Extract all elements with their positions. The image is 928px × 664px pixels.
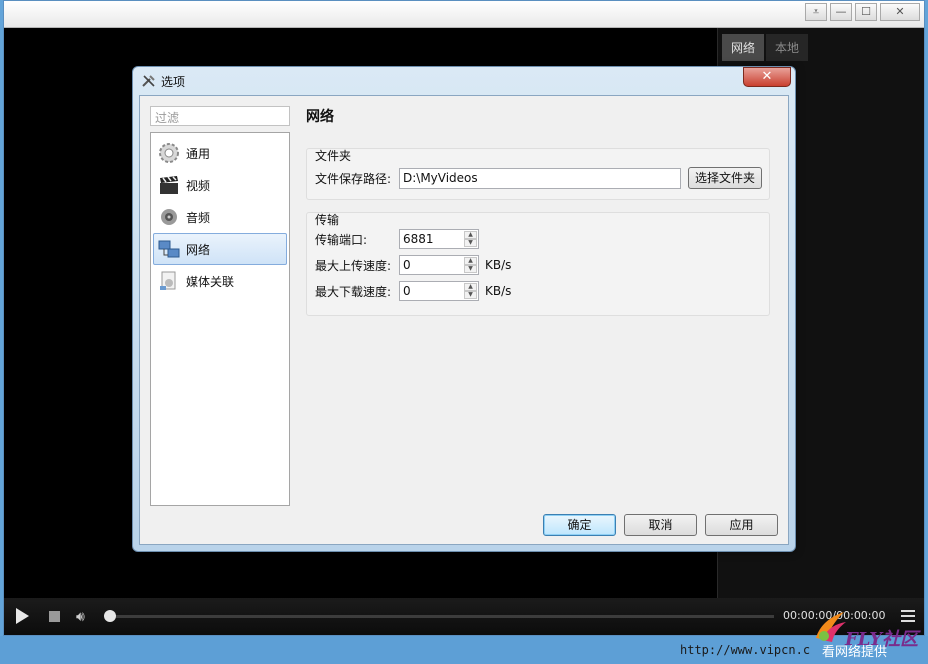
tools-icon [142, 75, 155, 87]
nav-label: 媒体关联 [186, 274, 235, 289]
window-controls: ⩡ — ☐ ✕ [805, 3, 920, 21]
playlist-tabs: 网络 本地 [718, 28, 924, 61]
save-path-row: 文件保存路径: D:\MyVideos 选择文件夹 [315, 167, 762, 189]
clapperboard-icon [160, 176, 178, 194]
minimize-icon[interactable]: — [830, 3, 852, 21]
transfer-group-title: 传输 [315, 213, 340, 227]
port-row: 传输端口: 6881 ▲ ▼ [315, 229, 479, 249]
page-title: 网络 [306, 109, 334, 125]
close-icon[interactable]: ✕ [880, 3, 920, 21]
options-nav: 通用 视频 音频 网络 媒体关联 [150, 132, 290, 506]
download-speed-stepper[interactable]: 0 ▲ ▼ [399, 281, 479, 301]
upload-row: 最大上传速度: 0 ▲ ▼ KB/s [315, 255, 511, 275]
save-path-label: 文件保存路径: [315, 171, 392, 186]
options-dialog: 选项 ✕ 过滤 通用 视频 音频 网络 媒体关联 网络 文件夹 文件保存路径: … [132, 66, 796, 552]
upload-label: 最大上传速度: [315, 258, 392, 273]
network-icon [158, 240, 180, 258]
spin-up-icon[interactable]: ▲ [464, 257, 477, 265]
spin-buttons: ▲ ▼ [464, 283, 477, 299]
spin-down-icon[interactable]: ▼ [464, 291, 477, 299]
spin-buttons: ▲ ▼ [464, 231, 477, 247]
menu-dropdown-icon[interactable]: ⩡ [805, 3, 827, 21]
tab-network[interactable]: 网络 [722, 34, 765, 61]
playlist-toggle-icon[interactable] [901, 610, 915, 622]
port-stepper[interactable]: 6881 ▲ ▼ [399, 229, 479, 249]
speaker-icon [161, 209, 177, 225]
volume-icon[interactable]: 🔊︎ [76, 609, 85, 625]
choose-folder-button[interactable]: 选择文件夹 [688, 167, 762, 189]
nav-label: 网络 [186, 242, 211, 257]
watermark-url: http://www.vipcn.c [680, 643, 811, 657]
maximize-icon[interactable]: ☐ [855, 3, 877, 21]
nav-item-audio[interactable]: 音频 [153, 201, 287, 233]
download-label: 最大下载速度: [315, 284, 392, 299]
seek-bar[interactable] [109, 615, 774, 618]
folder-group-title: 文件夹 [315, 149, 352, 163]
filter-input[interactable]: 过滤 [150, 106, 290, 126]
port-label: 传输端口: [315, 232, 368, 247]
control-bar: 🔊︎ 00:00:00/00:00:00 [4, 598, 924, 635]
watermark-logo-sub: 看网络提供 [822, 645, 888, 660]
nav-item-video[interactable]: 视频 [153, 169, 287, 201]
spin-up-icon[interactable]: ▲ [464, 283, 477, 291]
nav-label: 通用 [186, 146, 211, 161]
spin-down-icon[interactable]: ▼ [464, 265, 477, 273]
nav-label: 音频 [186, 210, 211, 225]
nav-item-media-association[interactable]: 媒体关联 [153, 265, 287, 297]
stop-icon[interactable] [49, 611, 60, 622]
dialog-title: 选项 [161, 75, 186, 89]
download-unit: KB/s [485, 284, 512, 298]
cancel-button[interactable]: 取消 [624, 514, 697, 536]
nav-item-network[interactable]: 网络 [153, 233, 287, 265]
play-icon[interactable] [16, 608, 29, 624]
transfer-group: 传输 传输端口: 6881 ▲ ▼ 最大上传速度: 0 ▲ ▼ KB/s 最大下… [306, 212, 770, 316]
app-titlebar: ⩡ — ☐ ✕ [4, 1, 924, 28]
spin-buttons: ▲ ▼ [464, 257, 477, 273]
spin-down-icon[interactable]: ▼ [464, 239, 477, 247]
folder-group: 文件夹 文件保存路径: D:\MyVideos 选择文件夹 [306, 148, 770, 200]
apply-button[interactable]: 应用 [705, 514, 778, 536]
nav-item-general[interactable]: 通用 [153, 137, 287, 169]
media-association-icon [160, 271, 176, 290]
spin-up-icon[interactable]: ▲ [464, 231, 477, 239]
save-path-input[interactable]: D:\MyVideos [399, 167, 681, 189]
upload-speed-stepper[interactable]: 0 ▲ ▼ [399, 255, 479, 275]
ok-button[interactable]: 确定 [543, 514, 616, 536]
tab-local[interactable]: 本地 [766, 34, 809, 61]
upload-value: 0 [403, 258, 411, 272]
nav-label: 视频 [186, 178, 211, 193]
dialog-close-button[interactable]: ✕ [743, 67, 791, 87]
seek-handle[interactable] [104, 610, 116, 622]
gear-icon [159, 143, 179, 163]
upload-unit: KB/s [485, 258, 512, 272]
watermark-logo-icon [816, 612, 846, 642]
network-settings-panel: 网络 文件夹 文件保存路径: D:\MyVideos 选择文件夹 传输 传输端口… [306, 106, 776, 496]
download-row: 最大下载速度: 0 ▲ ▼ KB/s [315, 281, 511, 301]
dialog-body: 过滤 通用 视频 音频 网络 媒体关联 网络 文件夹 文件保存路径: D:\My… [139, 95, 789, 545]
port-value: 6881 [403, 232, 434, 246]
download-value: 0 [403, 284, 411, 298]
